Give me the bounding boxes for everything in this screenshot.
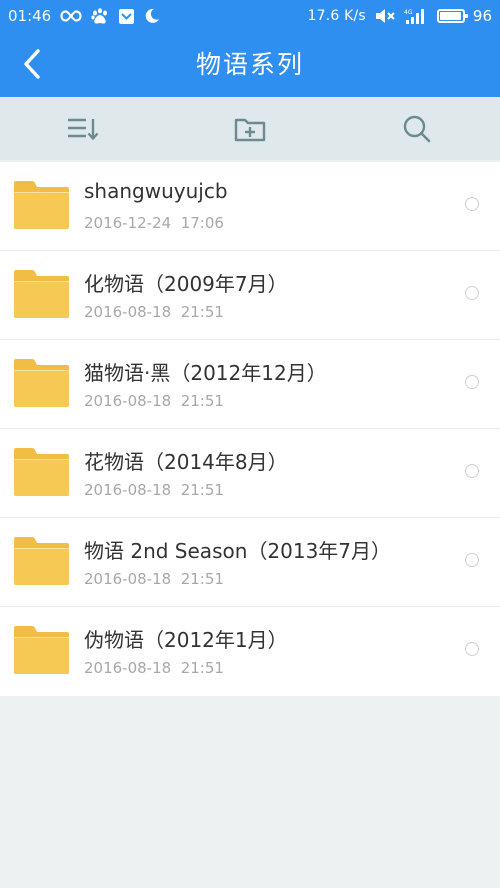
file-name: 猫物语·黑（2012年12月） xyxy=(84,361,327,385)
folder-icon xyxy=(14,181,69,229)
folder-icon xyxy=(14,359,69,407)
sort-list-icon xyxy=(68,118,99,140)
svg-text:4G: 4G xyxy=(404,9,413,16)
file-name: 伪物语（2012年1月） xyxy=(84,628,288,652)
status-bar: 01:46 17.6 K/s 4G 96 xyxy=(0,0,500,32)
battery-icon xyxy=(436,9,468,23)
select-radio[interactable] xyxy=(465,553,479,567)
file-name: 化物语（2009年7月） xyxy=(84,272,288,296)
file-list-item[interactable]: 化物语（2009年7月） 2016-08-18 21:51 xyxy=(0,251,500,340)
battery-indicator: 96 xyxy=(436,7,492,25)
file-list-item[interactable]: shangwuyujcb 2016-12-24 17:06 xyxy=(0,162,500,251)
status-left-group: 01:46 xyxy=(8,7,160,25)
file-date: 2016-12-24 17:06 xyxy=(84,214,224,232)
4g-signal-icon: 4G xyxy=(404,7,428,25)
app-bar: 物语系列 xyxy=(0,32,500,97)
baidu-paw-icon xyxy=(91,7,109,25)
moon-icon xyxy=(144,7,160,25)
page-title: 物语系列 xyxy=(195,50,304,79)
select-radio[interactable] xyxy=(465,375,479,389)
folder-icon xyxy=(14,626,69,674)
file-name: 物语 2nd Season（2013年7月） xyxy=(84,539,392,563)
select-radio[interactable] xyxy=(465,464,479,478)
file-date: 2016-08-18 21:51 xyxy=(84,659,224,677)
toolbar xyxy=(0,97,500,160)
network-speed: 17.6 K/s xyxy=(307,8,366,24)
sort-button[interactable] xyxy=(0,97,167,160)
file-date: 2016-08-18 21:51 xyxy=(84,303,224,321)
folder-icon xyxy=(14,448,69,496)
new-folder-button[interactable] xyxy=(167,97,334,160)
status-right-group: 17.6 K/s 4G 96 xyxy=(307,7,492,25)
file-date: 2016-08-18 21:51 xyxy=(84,570,224,588)
file-list-item[interactable]: 物语 2nd Season（2013年7月） 2016-08-18 21:51 xyxy=(0,518,500,607)
folder-icon xyxy=(14,270,69,318)
file-list-item[interactable]: 伪物语（2012年1月） 2016-08-18 21:51 xyxy=(0,607,500,696)
infinity-icon xyxy=(60,7,82,25)
mute-icon xyxy=(375,7,395,25)
search-button[interactable] xyxy=(333,97,500,160)
select-radio[interactable] xyxy=(465,197,479,211)
file-list-item[interactable]: 花物语（2014年8月） 2016-08-18 21:51 xyxy=(0,429,500,518)
file-name: 花物语（2014年8月） xyxy=(84,450,288,474)
battery-fill xyxy=(439,12,462,20)
battery-percent: 96 xyxy=(472,7,492,25)
folder-icon xyxy=(14,537,69,585)
file-name: shangwuyujcb xyxy=(84,179,228,203)
file-date: 2016-08-18 21:51 xyxy=(84,392,224,410)
select-radio[interactable] xyxy=(465,286,479,300)
notification-box-icon xyxy=(118,7,135,25)
search-icon xyxy=(403,115,430,142)
file-date: 2016-08-18 21:51 xyxy=(84,481,224,499)
status-time: 01:46 xyxy=(8,7,52,25)
file-list: shangwuyujcb 2016-12-24 17:06 化物语（2009年7… xyxy=(0,162,500,696)
select-radio[interactable] xyxy=(465,642,479,656)
folder-add-icon xyxy=(234,118,266,141)
file-list-item[interactable]: 猫物语·黑（2012年12月） 2016-08-18 21:51 xyxy=(0,340,500,429)
